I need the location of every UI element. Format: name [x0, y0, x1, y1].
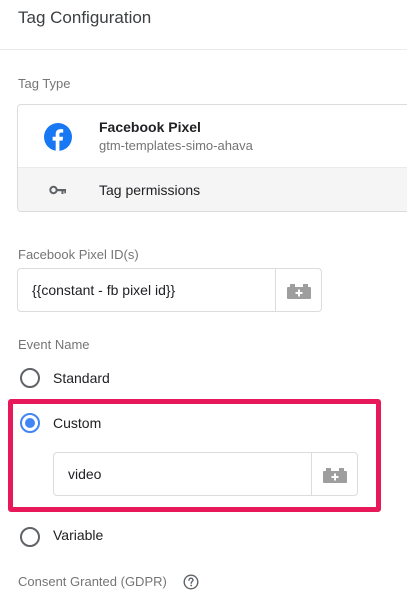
tag-type-label: Tag Type — [18, 76, 71, 91]
template-source: gtm-templates-simo-ahava — [99, 138, 253, 153]
consent-label: Consent Granted (GDPR) — [18, 574, 167, 589]
highlight-box — [8, 399, 381, 512]
tag-template-row[interactable]: Facebook Pixel gtm-templates-simo-ahava — [18, 105, 407, 167]
template-name: Facebook Pixel — [99, 119, 201, 135]
variable-radio[interactable] — [20, 527, 40, 547]
event-name-label: Event Name — [18, 337, 90, 352]
key-icon — [49, 185, 66, 195]
tag-permissions-label: Tag permissions — [99, 182, 201, 198]
variable-radio-label[interactable]: Variable — [53, 527, 103, 543]
facebook-icon — [44, 123, 72, 151]
help-icon[interactable] — [183, 574, 199, 590]
pixel-id-label: Facebook Pixel ID(s) — [18, 247, 139, 262]
pixel-id-variable-button[interactable] — [275, 269, 321, 311]
variable-picker-icon — [287, 284, 311, 299]
header-divider — [0, 49, 407, 50]
tag-type-card[interactable]: Facebook Pixel gtm-templates-simo-ahava … — [17, 104, 407, 212]
tag-permissions-row[interactable]: Tag permissions — [18, 167, 407, 211]
page-title: Tag Configuration — [18, 8, 152, 27]
pixel-id-value: {{constant - fb pixel id}} — [32, 282, 176, 298]
pixel-id-field[interactable]: {{constant - fb pixel id}} — [17, 268, 322, 312]
standard-radio-label[interactable]: Standard — [53, 370, 110, 386]
standard-radio[interactable] — [20, 368, 40, 388]
